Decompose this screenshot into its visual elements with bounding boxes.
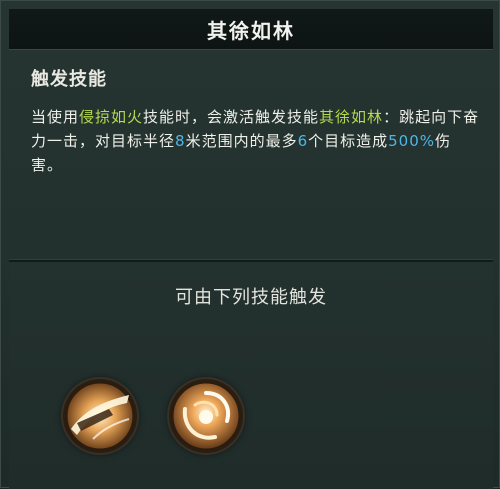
skill-title: 其徐如林 (207, 18, 295, 43)
tooltip-header: 其徐如林 (9, 9, 493, 50)
skill-tooltip: 其徐如林 触发技能 当使用侵掠如火技能时，会激活触发技能其徐如林：跳起向下奋力一… (0, 0, 500, 489)
whirl-skill-icon[interactable] (169, 379, 243, 453)
skill-description: 当使用侵掠如火技能时，会激活触发技能其徐如林：跳起向下奋力一击，对目标半径8米范… (31, 105, 481, 177)
desc-text-1: 当使用 (31, 108, 80, 126)
desc-text-4: 米范围内的最多 (185, 132, 298, 150)
damage-value: 500% (388, 132, 436, 150)
trigger-skill-link: 侵掠如火 (79, 108, 144, 126)
desc-text-5: 个目标造成 (308, 132, 389, 150)
radius-value: 8 (175, 132, 186, 150)
trigger-list-title: 可由下列技能触发 (175, 287, 327, 308)
slash-skill-icon[interactable] (63, 379, 137, 453)
section-title: 触发技能 (31, 69, 107, 90)
desc-text-2: 技能时，会激活触发技能 (143, 108, 320, 126)
triggered-skill-name: 其徐如林 (319, 108, 384, 126)
target-count-value: 6 (297, 132, 309, 150)
